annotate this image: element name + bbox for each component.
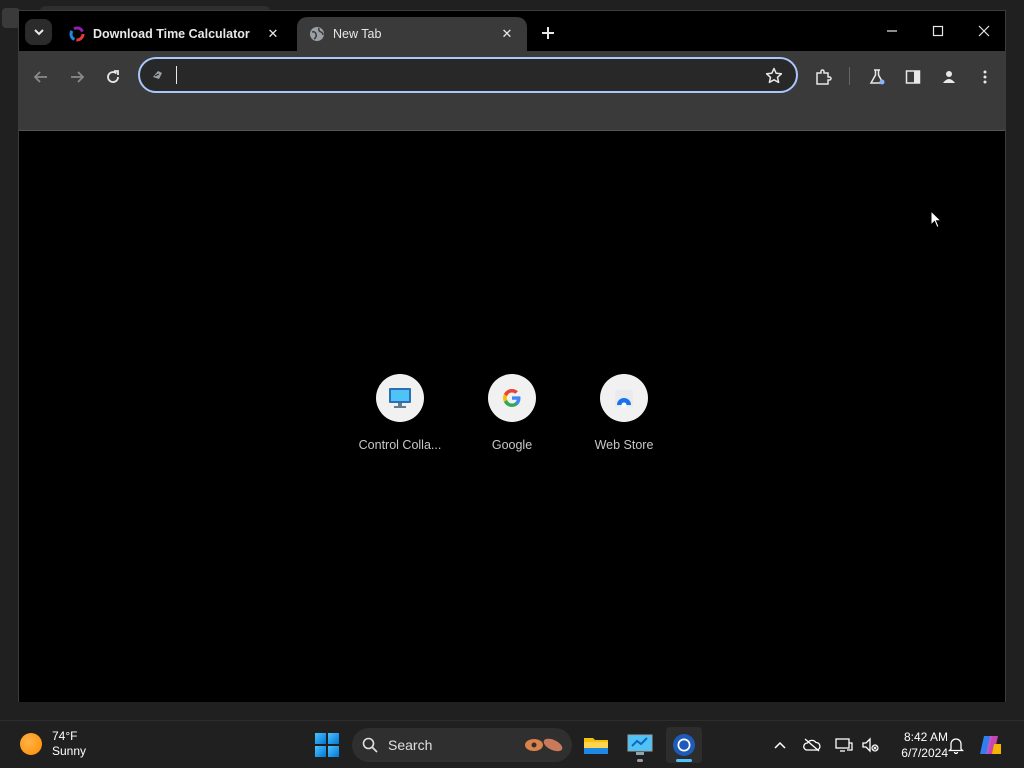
reload-icon — [107, 70, 119, 83]
shortcut-tile[interactable]: Control Colla... — [344, 374, 456, 452]
side-panel-button[interactable] — [899, 63, 927, 91]
taskbar: 74°F Sunny Search 8:42 AM 6/7/2024 — [0, 720, 1024, 768]
weather-widget[interactable]: 74°F Sunny — [20, 729, 86, 759]
chrome-icon — [673, 734, 695, 756]
flask-icon — [869, 69, 885, 85]
forward-button[interactable] — [63, 63, 91, 91]
menu-button[interactable] — [971, 63, 999, 91]
onedrive-tray-icon[interactable] — [800, 733, 824, 757]
shortcut-icon-circle — [488, 374, 536, 422]
close-window-button[interactable] — [961, 17, 1007, 45]
side-panel-icon — [905, 70, 921, 84]
address-bar[interactable] — [138, 57, 798, 93]
tab-strip: Download Time Calculator ✕ New Tab ✕ — [19, 11, 1005, 51]
person-icon — [943, 71, 955, 83]
new-tab-button[interactable] — [535, 21, 561, 45]
close-tab-icon[interactable]: ✕ — [265, 26, 281, 42]
folder-icon — [584, 738, 608, 754]
more-vertical-icon — [983, 70, 987, 84]
back-button[interactable] — [27, 63, 55, 91]
monitor-icon — [627, 734, 653, 755]
monitor-icon — [389, 388, 411, 408]
search-icon — [362, 737, 378, 753]
notification-bell-icon[interactable] — [944, 733, 968, 757]
shortcut-icon-circle — [376, 374, 424, 422]
minimize-button[interactable] — [869, 17, 915, 45]
remote-desktop-app[interactable] — [622, 727, 658, 763]
maximize-icon — [932, 25, 944, 37]
extensions-button[interactable] — [809, 63, 837, 91]
web-store-icon — [615, 390, 633, 408]
clock-date: 6/7/2024 — [901, 746, 948, 760]
plus-icon — [542, 27, 554, 39]
system-clock[interactable]: 8:42 AM 6/7/2024 — [886, 729, 948, 761]
volume-muted-tray-icon[interactable] — [858, 733, 882, 757]
shortcut-tile[interactable]: Web Store — [568, 374, 680, 452]
tab-title: Download Time Calculator — [93, 27, 250, 41]
shortcut-icon-circle — [600, 374, 648, 422]
browser-toolbar — [19, 51, 1005, 131]
chevron-down-icon — [33, 29, 44, 36]
tab-search-button[interactable] — [25, 19, 52, 45]
puzzle-icon — [816, 69, 832, 85]
weather-temperature: 74°F — [52, 729, 78, 743]
weather-condition: Sunny — [52, 744, 87, 758]
toolbar-divider — [849, 67, 850, 85]
labs-button[interactable] — [863, 63, 891, 91]
search-highlight-icon — [525, 738, 563, 752]
bookmark-star-icon[interactable] — [764, 66, 784, 86]
mouse-cursor-icon — [930, 209, 943, 234]
file-explorer-app[interactable] — [578, 727, 614, 763]
browser-window: Download Time Calculator ✕ New Tab ✕ Con… — [18, 10, 1006, 702]
chevron-up-icon — [774, 741, 786, 749]
ring-logo-icon — [69, 26, 85, 42]
search-label: Search — [388, 737, 433, 753]
show-hidden-icons-button[interactable] — [768, 733, 792, 757]
address-input[interactable] — [180, 65, 740, 87]
close-tab-icon[interactable]: ✕ — [499, 26, 515, 42]
network-tray-icon[interactable] — [832, 733, 856, 757]
tab-title: New Tab — [333, 27, 382, 41]
maximize-button[interactable] — [915, 17, 961, 45]
windows-start-icon[interactable] — [315, 733, 339, 757]
clock-time: 8:42 AM — [903, 730, 948, 744]
shortcut-label: Web Store — [594, 438, 654, 452]
copilot-icon[interactable] — [978, 733, 1002, 757]
arrow-right-icon — [71, 71, 85, 83]
chrome-app[interactable] — [666, 727, 702, 763]
sun-icon — [20, 733, 42, 755]
site-info-icon[interactable] — [150, 67, 166, 83]
text-caret — [176, 66, 177, 84]
tab-download-time-calculator[interactable]: Download Time Calculator ✕ — [57, 17, 293, 51]
taskbar-search[interactable]: Search — [352, 728, 572, 762]
profile-button[interactable] — [935, 63, 963, 91]
shortcut-tile[interactable]: Google — [456, 374, 568, 452]
new-tab-page: Control Colla... Google Web Store — [19, 132, 1005, 702]
globe-icon — [309, 26, 325, 42]
tab-new-tab[interactable]: New Tab ✕ — [297, 17, 527, 51]
google-g-icon — [503, 389, 521, 407]
reload-button[interactable] — [99, 63, 127, 91]
shortcut-label: Control Colla... — [358, 438, 442, 452]
arrow-left-icon — [33, 71, 47, 83]
minimize-icon — [887, 30, 897, 32]
shortcut-label: Google — [491, 438, 533, 452]
close-icon — [978, 25, 990, 37]
